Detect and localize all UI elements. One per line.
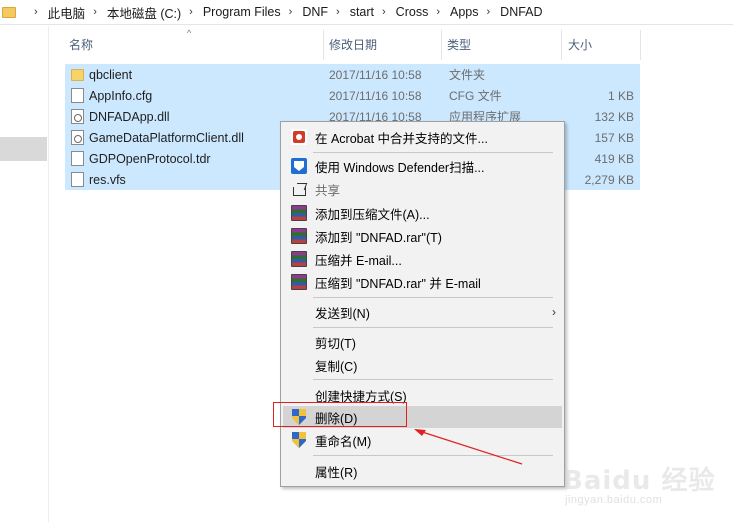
file-size: 2,279 KB [584, 172, 634, 187]
chevron-right-icon[interactable]: › [189, 6, 193, 18]
column-header-type-label: 类型 [447, 37, 472, 52]
menu-separator [313, 152, 553, 153]
menu-item-label: 复制(C) [315, 359, 358, 374]
menu-item-label: 压缩到 "DNFAD.rar" 并 E-mail [315, 276, 481, 291]
menu-item-defender-scan[interactable]: 使用 Windows Defender扫描... [283, 155, 562, 177]
column-header-date-label: 修改日期 [329, 37, 378, 52]
annotation-arrow-icon [414, 429, 523, 465]
chevron-right-icon[interactable]: › [289, 6, 293, 18]
chevron-right-icon[interactable]: › [436, 6, 440, 18]
dll-icon [71, 109, 84, 124]
chevron-right-icon: › [552, 305, 556, 319]
highlight-box [273, 402, 407, 427]
menu-item-label: 属性(R) [315, 465, 358, 480]
file-name: DNFADApp.dll [89, 109, 170, 124]
winrar-icon [291, 251, 307, 267]
file-name: GDPOpenProtocol.tdr [89, 151, 211, 166]
file-name: qbclient [89, 67, 133, 82]
file-date: 2017/11/16 10:58 [329, 88, 422, 103]
file-icon [71, 88, 84, 103]
address-bar[interactable]: › 此电脑 › 本地磁盘 (C:) › Program Files › DNF … [0, 0, 733, 25]
file-date: 2017/11/16 10:58 [329, 67, 422, 82]
watermark-url: jingyan.baidu.com [565, 494, 663, 506]
watermark-logo: Baidu 经验 [563, 466, 716, 496]
menu-item-label: 共享 [315, 183, 341, 198]
menu-item-label: 发送到(N) [315, 306, 370, 321]
column-header-size-label: 大小 [568, 37, 593, 52]
file-row-qbclient[interactable]: qbclient 2017/11/16 10:58 文件夹 [65, 64, 640, 85]
acrobat-icon [291, 129, 307, 145]
folder-icon [71, 69, 84, 81]
column-header-name[interactable]: 名称 [69, 26, 93, 62]
breadcrumb-item-dnfad[interactable]: DNFAD [500, 5, 542, 19]
share-icon [291, 181, 307, 197]
file-name: GameDataPlatformClient.dll [89, 130, 244, 145]
file-size: 1 KB [607, 88, 634, 103]
menu-item-send-to[interactable]: 发送到(N) › [283, 301, 562, 323]
menu-item-cut[interactable]: 剪切(T) [283, 331, 562, 353]
chevron-right-icon[interactable]: › [382, 6, 386, 18]
column-divider[interactable] [323, 30, 324, 60]
column-header-name-label: 名称 [69, 37, 94, 52]
file-name: res.vfs [89, 172, 126, 187]
menu-separator [313, 379, 553, 380]
column-divider[interactable] [441, 30, 442, 60]
file-icon [71, 151, 84, 166]
breadcrumb-item-program-files[interactable]: Program Files [203, 5, 281, 19]
chevron-right-icon[interactable]: › [336, 6, 340, 18]
file-type: 文件夹 [449, 68, 486, 82]
file-type: CFG 文件 [449, 89, 502, 103]
menu-item-label: 添加到压缩文件(A)... [315, 207, 430, 222]
chevron-right-icon[interactable]: › [487, 6, 491, 18]
winrar-icon [291, 274, 307, 290]
menu-item-label: 压缩并 E-mail... [315, 253, 402, 268]
menu-item-label: 在 Acrobat 中合并支持的文件... [315, 131, 488, 146]
windows-defender-icon [291, 158, 307, 174]
breadcrumb-item-start[interactable]: start [350, 5, 374, 19]
sort-ascending-icon: ^ [187, 28, 192, 38]
menu-item-copy[interactable]: 复制(C) [283, 354, 562, 376]
breadcrumb-item-dnf[interactable]: DNF [302, 5, 328, 19]
menu-item-compress-and-email[interactable]: 压缩并 E-mail... [283, 248, 562, 270]
menu-item-add-to-archive[interactable]: 添加到压缩文件(A)... [283, 202, 562, 224]
file-icon [71, 172, 84, 187]
menu-item-acrobat-combine[interactable]: 在 Acrobat 中合并支持的文件... [283, 126, 562, 148]
nav-selected-item[interactable] [0, 137, 47, 161]
baidu-jingyan-watermark: Baidu 经验 jingyan.baidu.com [555, 460, 725, 516]
breadcrumb: › 此电脑 › 本地磁盘 (C:) › Program Files › DNF … [26, 0, 543, 25]
winrar-icon [291, 205, 307, 221]
file-size: 132 KB [594, 109, 634, 124]
menu-item-share[interactable]: 共享 [283, 178, 562, 200]
chevron-right-icon[interactable]: › [34, 6, 38, 18]
navigation-pane[interactable] [0, 26, 48, 522]
menu-item-label: 剪切(T) [315, 336, 356, 351]
column-header-date[interactable]: 修改日期 [329, 26, 377, 62]
menu-separator [313, 327, 553, 328]
file-size: 157 KB [594, 130, 634, 145]
folder-icon [2, 6, 16, 18]
menu-item-compress-rar-and-email[interactable]: 压缩到 "DNFAD.rar" 并 E-mail [283, 271, 562, 293]
breadcrumb-item-cross[interactable]: Cross [396, 5, 429, 19]
breadcrumb-item-local-disk[interactable]: 本地磁盘 (C:) [107, 3, 181, 22]
winrar-icon [291, 228, 307, 244]
dll-icon [71, 130, 84, 145]
file-size: 419 KB [594, 151, 634, 166]
pane-divider[interactable] [48, 26, 49, 522]
breadcrumb-item-apps[interactable]: Apps [450, 5, 479, 19]
column-header-size[interactable]: 大小 [568, 26, 592, 62]
menu-item-add-to-rar[interactable]: 添加到 "DNFAD.rar"(T) [283, 225, 562, 247]
breadcrumb-item-this-pc[interactable]: 此电脑 [48, 3, 86, 22]
menu-item-label: 重命名(M) [315, 434, 372, 449]
file-row-appinfo[interactable]: AppInfo.cfg 2017/11/16 10:58 CFG 文件 1 KB [65, 85, 640, 106]
menu-item-label: 使用 Windows Defender扫描... [315, 160, 485, 175]
menu-separator [313, 297, 553, 298]
chevron-right-icon[interactable]: › [93, 6, 97, 18]
column-divider[interactable] [640, 30, 641, 60]
uac-shield-icon [291, 432, 307, 448]
column-divider[interactable] [561, 30, 562, 60]
menu-item-label: 添加到 "DNFAD.rar"(T) [315, 230, 442, 245]
column-header-row: ^ 名称 修改日期 类型 大小 [49, 26, 689, 62]
file-name: AppInfo.cfg [89, 88, 153, 103]
column-header-type[interactable]: 类型 [447, 26, 471, 62]
